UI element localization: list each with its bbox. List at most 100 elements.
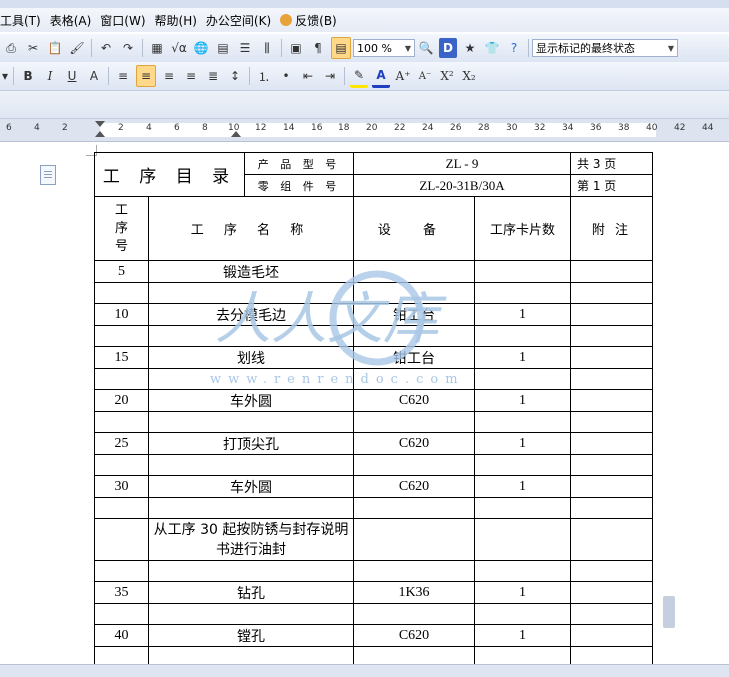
scroll-handle[interactable] bbox=[663, 596, 675, 628]
research-icon[interactable]: D bbox=[439, 38, 457, 58]
align-left-icon[interactable]: ≡ bbox=[114, 66, 132, 86]
remark-cell bbox=[570, 346, 653, 369]
seq-cell bbox=[94, 560, 149, 582]
numbering-icon[interactable]: ⒈ bbox=[255, 66, 273, 86]
cut-icon[interactable]: ✂ bbox=[24, 38, 42, 58]
equipment-cell bbox=[353, 497, 475, 519]
cards-cell bbox=[474, 454, 571, 476]
title-strip bbox=[0, 0, 729, 8]
menu-help[interactable]: 帮助(H) bbox=[155, 12, 206, 29]
print-icon[interactable]: ⎙ bbox=[2, 38, 20, 58]
format-painter-icon[interactable]: 🖌 bbox=[68, 38, 86, 58]
highlight-icon[interactable]: ✎ bbox=[350, 65, 369, 88]
bullets-icon[interactable]: • bbox=[277, 66, 295, 86]
character-shading-icon[interactable]: A bbox=[85, 66, 103, 86]
page-view-icon[interactable]: ▤ bbox=[331, 37, 351, 59]
show-hide-icon[interactable]: ¶ bbox=[309, 38, 327, 58]
seq-cell: 20 bbox=[94, 389, 149, 412]
help-icon[interactable]: ? bbox=[505, 38, 523, 58]
table-grid-icon[interactable]: ▤ bbox=[214, 38, 232, 58]
toolbar-separator bbox=[142, 39, 143, 57]
remark-cell bbox=[570, 368, 653, 390]
seq-cell: 40 bbox=[94, 624, 149, 647]
remark-cell bbox=[570, 325, 653, 347]
zoom-select[interactable]: 100 % ▼ bbox=[353, 39, 415, 57]
insert-table-icon[interactable]: ▦ bbox=[148, 38, 166, 58]
decrease-indent-icon[interactable]: ⇤ bbox=[299, 66, 317, 86]
superscript-icon[interactable]: X² bbox=[438, 66, 456, 86]
paste-icon[interactable]: 📋 bbox=[46, 38, 64, 58]
part-number-value: ZL-20-31B/30A bbox=[353, 174, 571, 197]
left-indent-marker[interactable] bbox=[95, 131, 105, 137]
equipment-cell: C620 bbox=[353, 389, 475, 412]
cards-cell bbox=[474, 368, 571, 390]
table-row: 5 锻造毛坯 bbox=[94, 260, 653, 283]
name-cell: 锻造毛坯 bbox=[148, 260, 354, 283]
ruler-tick: 12 bbox=[255, 123, 267, 133]
ruler-tick: 24 bbox=[422, 123, 434, 133]
font-color-icon[interactable]: A bbox=[372, 65, 391, 88]
standard-toolbar: ⎙ ✂ 📋 🖌 ↶ ↷ ▦ √α 🌐 ▤ ☰ ⫼ ▣ ¶ ▤ 100 % ▼ 🔍… bbox=[0, 34, 729, 63]
column-break-icon[interactable]: ⫼ bbox=[258, 38, 276, 58]
cards-cell bbox=[474, 282, 571, 304]
table-row bbox=[94, 325, 653, 347]
line-spacing-icon[interactable]: ↕ bbox=[226, 66, 244, 86]
track-changes-select[interactable]: 显示标记的最终状态 ▼ bbox=[532, 39, 678, 57]
watermark-url: www.renrendoc.com bbox=[210, 372, 465, 387]
menu-table[interactable]: 表格(A) bbox=[50, 12, 101, 29]
align-right-icon[interactable]: ≡ bbox=[160, 66, 178, 86]
remark-cell bbox=[570, 624, 653, 647]
grow-font-icon[interactable]: A⁺ bbox=[394, 66, 412, 86]
document-map-icon[interactable]: ▣ bbox=[287, 38, 305, 58]
seq-cell: 35 bbox=[94, 581, 149, 604]
underline-button[interactable]: U bbox=[63, 66, 81, 86]
redo-icon[interactable]: ↷ bbox=[119, 38, 137, 58]
first-line-indent-marker[interactable] bbox=[95, 121, 105, 127]
remark-cell bbox=[570, 497, 653, 519]
font-size-arrow-icon[interactable]: ▾ bbox=[2, 66, 8, 86]
cards-cell bbox=[474, 260, 571, 283]
bold-button[interactable]: B bbox=[19, 66, 37, 86]
ruler-tick: 34 bbox=[562, 123, 574, 133]
column-marker[interactable] bbox=[231, 131, 241, 137]
toolbar-separator bbox=[249, 67, 251, 85]
product-model-value: ZL - 9 bbox=[353, 152, 571, 175]
menu-office-space[interactable]: 办公空间(K) bbox=[206, 12, 280, 29]
shrink-font-icon[interactable]: A⁻ bbox=[416, 66, 434, 86]
toolbar-separator bbox=[108, 67, 110, 85]
increase-indent-icon[interactable]: ⇥ bbox=[321, 66, 339, 86]
subscript-icon[interactable]: X₂ bbox=[460, 66, 478, 86]
menu-tools[interactable]: 工具(T) bbox=[0, 12, 50, 29]
name-cell: 从工序 30 起按防锈与封存说明书进行油封 bbox=[148, 518, 354, 561]
columns-icon[interactable]: ☰ bbox=[236, 38, 254, 58]
shirt-icon[interactable]: 👕 bbox=[483, 38, 501, 58]
empty-toolbar-row bbox=[0, 91, 729, 119]
toolbar-separator bbox=[344, 67, 346, 85]
name-cell: 车外圆 bbox=[148, 389, 354, 412]
ruler-tick: 40 bbox=[646, 123, 658, 133]
justify-icon[interactable]: ≡ bbox=[182, 66, 200, 86]
distributed-icon[interactable]: ≣ bbox=[204, 66, 222, 86]
menu-window[interactable]: 窗口(W) bbox=[100, 12, 154, 29]
cards-cell: 1 bbox=[474, 432, 571, 455]
ruler-tick: 42 bbox=[674, 123, 686, 133]
ruler-tick: 18 bbox=[338, 123, 350, 133]
name-cell: 镗孔 bbox=[148, 624, 354, 647]
table-row: 从工序 30 起按防锈与封存说明书进行油封 bbox=[94, 518, 653, 561]
equipment-cell bbox=[353, 560, 475, 582]
template-icon[interactable]: ★ bbox=[461, 38, 479, 58]
ruler-tick: 8 bbox=[202, 123, 208, 133]
ruler-tick: 4 bbox=[146, 123, 152, 133]
cards-cell bbox=[474, 603, 571, 625]
remark-cell bbox=[570, 518, 653, 561]
formula-icon[interactable]: √α bbox=[170, 38, 188, 58]
menu-feedback[interactable]: 反馈(B) bbox=[280, 12, 346, 29]
table-row: 40 镗孔 C620 1 bbox=[94, 624, 653, 647]
bottom-bar bbox=[0, 664, 729, 677]
undo-icon[interactable]: ↶ bbox=[97, 38, 115, 58]
align-center-icon[interactable]: ≡ bbox=[136, 65, 157, 87]
globe-icon[interactable]: 🌐 bbox=[192, 38, 210, 58]
find-icon[interactable]: 🔍 bbox=[417, 38, 435, 58]
horizontal-ruler[interactable]: 6 4 2 2 4 6 8 10 12 14 16 18 20 22 24 26… bbox=[0, 119, 729, 142]
italic-button[interactable]: I bbox=[41, 66, 59, 86]
